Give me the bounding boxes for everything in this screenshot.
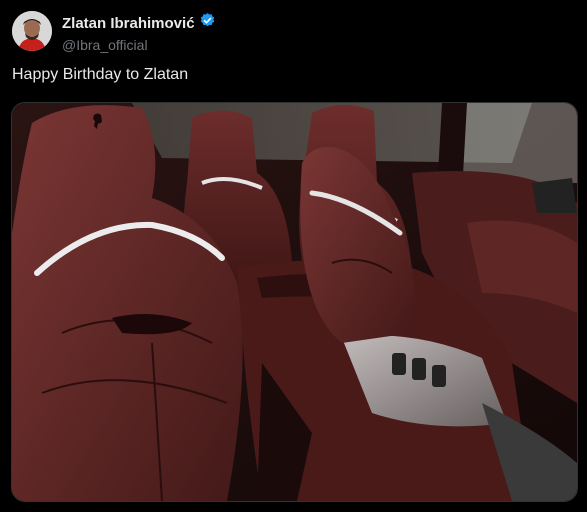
- author-handle[interactable]: @Ibra_official: [62, 35, 216, 55]
- tweet-media-image[interactable]: [11, 102, 578, 502]
- verified-badge-icon: [199, 12, 216, 34]
- author-name[interactable]: Zlatan Ibrahimović: [62, 14, 195, 33]
- tweet[interactable]: Zlatan Ibrahimović @Ibra_official Happy …: [0, 0, 587, 512]
- author-avatar[interactable]: [12, 11, 52, 51]
- tweet-text: Happy Birthday to Zlatan: [12, 66, 189, 83]
- tweet-header: Zlatan Ibrahimović @Ibra_official: [62, 12, 216, 55]
